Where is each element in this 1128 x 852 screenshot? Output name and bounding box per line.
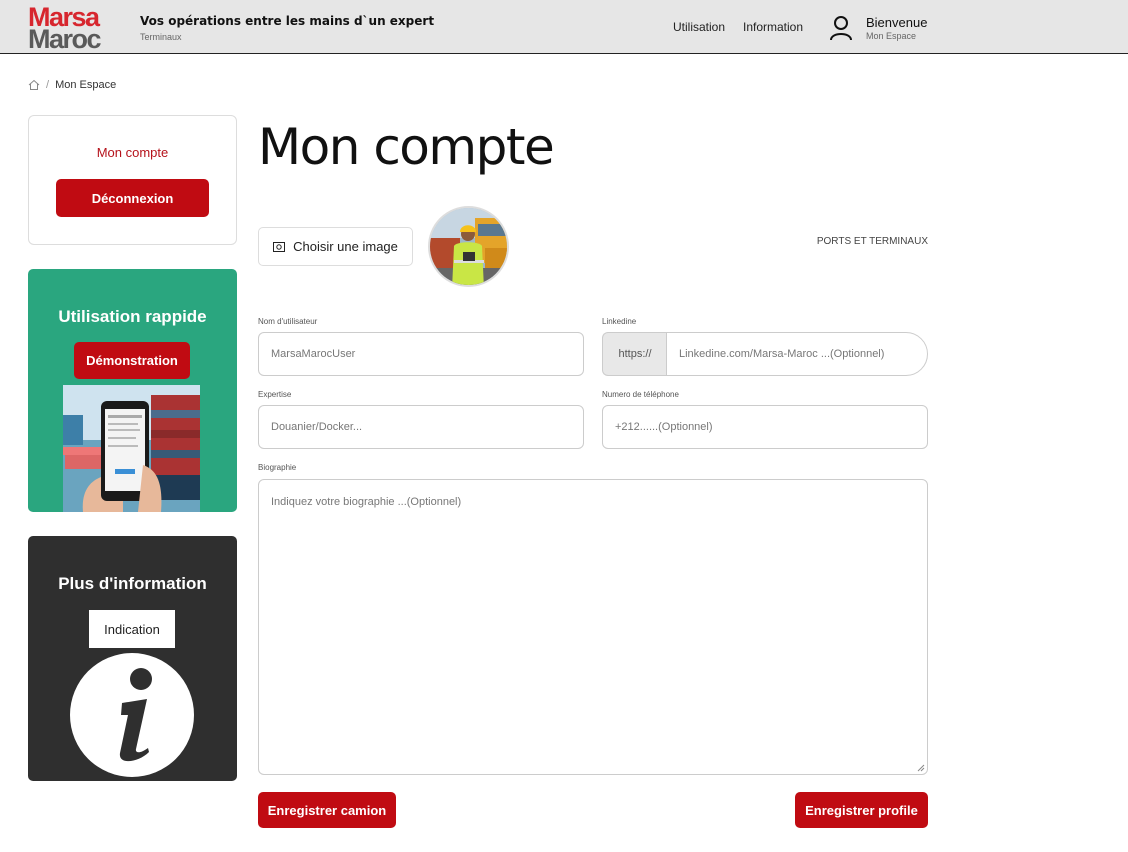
page-title: Mon compte [258,118,555,176]
user-icon[interactable] [829,15,853,41]
welcome-subtitle: Mon Espace [866,31,917,41]
expertise-label: Expertise [258,390,292,399]
indication-button[interactable]: Indication [89,610,175,648]
account-card-title: Mon compte [96,145,169,160]
marsa-maroc-logo[interactable]: Marsa Maroc [28,4,134,54]
logout-button[interactable]: Déconnexion [56,179,209,217]
nav-link-utilisation[interactable]: Utilisation [673,20,725,34]
avatar-worker-image [430,208,507,285]
header-bar: Marsa Maroc Vos opérations entre les mai… [0,0,1128,54]
bio-placeholder: Indiquez votre biographie ...(Optionnel) [271,496,462,508]
bio-label: Biographie [258,463,297,472]
choose-image-button[interactable]: Choisir une image [258,227,413,266]
username-input[interactable]: MarsaMarocUser [258,332,584,376]
phone-label: Numero de téléphone [602,390,679,399]
demo-button[interactable]: Démonstration [74,342,190,379]
save-truck-button[interactable]: Enregistrer camion [258,792,396,828]
avatar[interactable] [428,206,509,287]
save-profile-button[interactable]: Enregistrer profile [795,792,928,828]
logo-line-2: Maroc [28,24,102,54]
more-info-title: Plus d'information [58,574,207,593]
home-icon[interactable] [28,79,40,91]
tagline: Vos opérations entre les mains d`un expe… [140,14,435,28]
bio-textarea[interactable]: Indiquez votre biographie ...(Optionnel) [258,479,928,775]
account-card: Mon compte Déconnexion [28,115,237,245]
phone-input[interactable]: +212......(Optionnel) [602,405,928,449]
quick-use-card: Utilisation rappide Démonstration [28,269,237,512]
welcome-text[interactable]: Bienvenue [866,15,927,30]
more-info-card: Plus d'information Indication [28,536,237,781]
image-icon [273,241,286,252]
linkedin-prefix: https:// [602,332,667,376]
quick-use-title: Utilisation rappide [58,307,207,326]
linkedin-label: Linkedine [602,317,637,326]
resize-grip-icon[interactable] [917,764,925,772]
expertise-input[interactable]: Douanier/Docker... [258,405,584,449]
breadcrumb: / Mon Espace [28,79,116,91]
breadcrumb-separator: / [46,79,50,91]
choose-image-label: Choisir une image [293,239,398,254]
nav-link-information[interactable]: Information [743,20,803,34]
tagline-subtitle: Terminaux [140,32,182,42]
info-icon [70,653,194,777]
breadcrumb-current: Mon Espace [55,79,117,91]
linkedin-input[interactable]: Linkedine.com/Marsa-Maroc ...(Optionnel) [666,332,928,376]
username-label: Nom d'utilisateur [258,317,318,326]
phone-port-image [63,385,200,512]
company-name: PORTS ET TERMINAUX [816,236,928,247]
